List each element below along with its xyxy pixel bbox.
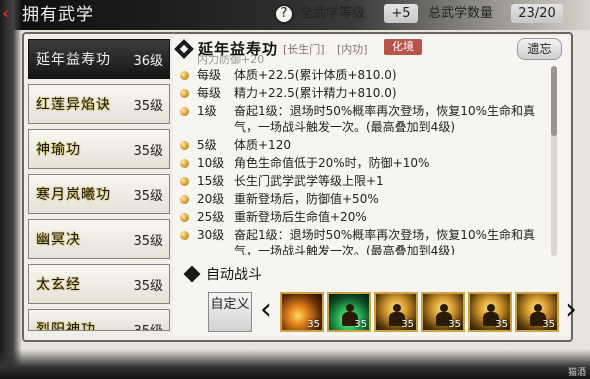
attribute-row: 5级 体质+120: [180, 137, 550, 153]
auto-battle-title: 自动战斗: [206, 267, 262, 283]
page-title: 拥有武学: [22, 5, 94, 25]
attribute-row: 每级 精力+22.5(累计精力+810.0): [180, 85, 550, 101]
skill-name: 太玄经: [36, 277, 81, 293]
skill-level: 35级: [133, 234, 163, 249]
custom-button[interactable]: 自定义: [208, 292, 252, 332]
gold-bullet-icon: [180, 177, 189, 186]
left-ink-background: [0, 0, 22, 379]
meditation-skill-icon[interactable]: 35: [468, 292, 512, 332]
skill-name: 幽冥决: [36, 232, 81, 248]
skill-level: 35级: [133, 99, 163, 114]
skill-name: 寒月岚曦功: [36, 187, 111, 203]
skill-item-hanyue[interactable]: 寒月岚曦功 35级: [28, 174, 170, 214]
attribute-row: 每级 体质+22.5(累计体质+810.0): [180, 67, 550, 83]
attribute-row: 15级 长生门武学武学等级上限+1: [180, 173, 550, 189]
attribute-row: 20级 重新登场后，防御值+50%: [180, 191, 550, 207]
attribute-row: 1级 奋起1级：退场时50%概率再次登场，恢复10%生命和真气，一场战斗触发一次…: [180, 103, 550, 135]
gold-bullet-icon: [180, 195, 189, 204]
skill-list[interactable]: 延年益寿功 36级 红莲异焰诀 35级 神瑜功 35级 寒月岚曦功 35级 幽冥…: [28, 39, 170, 336]
all-level-label: 全武学等级: [300, 6, 366, 21]
skill-level: 35级: [133, 279, 163, 294]
all-level-value: +5: [384, 4, 418, 23]
skill-item-shenyu[interactable]: 神瑜功 35级: [28, 129, 170, 169]
total-count-value: 23/20: [511, 4, 563, 23]
gold-bullet-icon: [180, 159, 189, 168]
watermark: 猫酒: [567, 368, 586, 378]
meditation-skill-icon[interactable]: 35: [374, 292, 418, 332]
skill-name: 延年益寿功: [36, 52, 111, 68]
skill-level: 36级: [133, 54, 163, 69]
attribute-row-partial: 内力防御+20: [197, 55, 265, 65]
back-arrow-icon[interactable]: ‹: [2, 3, 20, 25]
skill-item-yannianyishou[interactable]: 延年益寿功 36级: [28, 39, 170, 79]
gold-bullet-icon: [180, 89, 189, 98]
chevron-left-icon[interactable]: ‹: [258, 292, 274, 332]
attribute-row: 30级 奋起1级：退场时50%概率再次登场，恢复10%生命和真气，一场战斗触发一…: [180, 227, 550, 255]
skill-level: 35级: [133, 189, 163, 204]
meditation-skill-icon[interactable]: 35: [421, 292, 465, 332]
skill-level: 35级: [133, 144, 163, 159]
skill-item-taixuan[interactable]: 太玄经 35级: [28, 264, 170, 304]
chevron-right-icon[interactable]: ›: [563, 292, 579, 332]
scrollbar-thumb[interactable]: [551, 66, 557, 136]
help-icon[interactable]: ?: [274, 4, 294, 24]
skill-item-youming[interactable]: 幽冥决 35级: [28, 219, 170, 259]
detail-scrollbar[interactable]: [551, 66, 557, 256]
attribute-row: 25级 重新登场后生命值+20%: [180, 209, 550, 225]
attribute-row: 10级 角色生命值低于20%时，防御+10%: [180, 155, 550, 171]
gold-bullet-icon: [180, 107, 189, 116]
jade-skill-icon[interactable]: 35: [327, 292, 371, 332]
realm-badge: 化境: [384, 39, 422, 55]
skill-item-lieyang[interactable]: 烈阳神功 35级: [28, 309, 170, 331]
skill-name: 红莲异焰诀: [36, 97, 111, 113]
skill-name: 烈阳神功: [36, 322, 96, 331]
gold-bullet-icon: [180, 213, 189, 222]
gold-bullet-icon: [180, 71, 189, 80]
fire-skill-icon[interactable]: 35: [280, 292, 324, 332]
total-count-label: 总武学数量: [428, 6, 494, 21]
gold-bullet-icon: [180, 231, 189, 240]
skill-attribute-list[interactable]: 内力防御+20 每级 体质+22.5(累计体质+810.0) 每级 精力+22.…: [180, 55, 550, 255]
skill-name: 神瑜功: [36, 142, 81, 158]
bottom-ink-background: [0, 349, 590, 379]
skill-item-honglian[interactable]: 红莲异焰诀 35级: [28, 84, 170, 124]
meditation-skill-icon[interactable]: 35: [515, 292, 559, 332]
gold-bullet-icon: [180, 141, 189, 150]
skill-level: 35级: [133, 320, 163, 330]
